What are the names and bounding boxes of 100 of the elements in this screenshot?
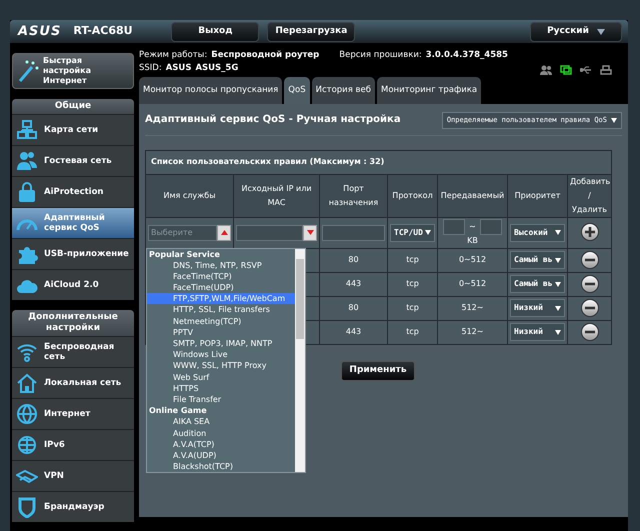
caret-icon (425, 230, 431, 235)
option-group-label: Popular Service (148, 248, 221, 260)
table-cell: 512~ (438, 296, 508, 320)
dropdown-button[interactable] (303, 224, 317, 240)
dropdown-option[interactable]: FTP,SFTP,WLM,File/WebCam (147, 293, 295, 304)
apply-button[interactable]: Применить (341, 360, 415, 380)
dropdown-button[interactable] (217, 224, 231, 240)
column-header: Передаваемый (438, 174, 508, 217)
menu-item[interactable]: AiCloud 2.0 (12, 269, 134, 300)
dropdown-option[interactable]: Windows Live (147, 349, 295, 360)
dropdown-option[interactable]: HTTP, SSL, File transfers (147, 304, 295, 316)
network-icon (16, 119, 38, 141)
menu-item[interactable]: Брандмауэр (12, 491, 134, 522)
magic-wand-icon (17, 59, 39, 83)
menu-item[interactable]: Карта сети (12, 114, 134, 145)
remove-button[interactable] (580, 299, 599, 317)
ip-field[interactable] (236, 224, 303, 240)
range-start-field[interactable] (443, 218, 466, 234)
service-dropdown[interactable] (146, 248, 306, 474)
unit-label: KB (466, 234, 479, 246)
clients-icon[interactable] (540, 65, 552, 75)
table-cell: 512~ (438, 320, 508, 344)
firmware-link[interactable]: 3.0.0.4.378_4585 (426, 49, 508, 62)
header-button[interactable]: Перезагрузка (267, 22, 356, 42)
menu-item[interactable]: USB-приложение (12, 238, 134, 269)
dropdown-option[interactable]: Web Surf (147, 372, 295, 383)
option-group-label: Online Game (148, 405, 208, 416)
add-button[interactable] (580, 223, 599, 241)
tab[interactable]: Монитор полосы пропускания (139, 77, 282, 104)
dropdown-option[interactable]: DNS, Time, NTP, RSVP (147, 260, 295, 271)
tab[interactable]: Мониторинг трафика (377, 77, 482, 104)
ssid-link[interactable]: ASUS (166, 62, 192, 75)
caret-icon (596, 28, 605, 34)
tab[interactable]: История веб (312, 77, 375, 104)
dropdown-option[interactable]: SMTP, POP3, IMAP, NNTP (147, 338, 295, 350)
quick-setup-button[interactable]: Быстрая настройка Интернет (12, 53, 134, 89)
priority-select[interactable]: Самый вь (510, 275, 565, 293)
dropdown-option[interactable]: Blackshot(TCP) (147, 461, 295, 472)
caret-icon (306, 230, 314, 235)
priority-select[interactable]: Самый вь (510, 251, 565, 269)
caret-icon (220, 230, 228, 235)
menu-item[interactable]: Гостевая сеть (12, 145, 134, 176)
brand-logo: ASUS (16, 22, 62, 40)
dropdown-option[interactable]: PPTV (147, 326, 295, 338)
menu-item[interactable]: Беспроводная сеть (12, 336, 134, 367)
scrollbar[interactable] (295, 248, 305, 472)
shield-icon (16, 496, 38, 518)
menu-item[interactable]: Интернет (12, 398, 134, 429)
house-icon (16, 372, 38, 394)
plus-icon (584, 226, 596, 238)
column-header: Исходный IP или MAC (234, 174, 320, 217)
range-end-field[interactable] (480, 218, 502, 234)
ssid-link[interactable]: ASUS_5G (195, 62, 238, 75)
printer-icon[interactable] (600, 65, 612, 75)
usb-icon[interactable] (580, 65, 592, 75)
dropdown-option[interactable]: FaceTime(TCP) (147, 270, 295, 282)
priority-select[interactable]: Низкий (510, 323, 565, 341)
remove-button[interactable] (580, 251, 599, 269)
menu-item[interactable]: IPv6 (12, 429, 134, 460)
column-header: Протокол (388, 174, 438, 217)
header-button[interactable]: Выход (171, 22, 260, 42)
table-cell: 80 (320, 296, 388, 320)
service-field[interactable]: Выберите (148, 224, 217, 240)
globe-icon (16, 403, 38, 425)
menu-item[interactable]: Локальная сеть (12, 367, 134, 398)
table-cell: tcp (388, 320, 438, 344)
table-cell: 443 (320, 320, 388, 344)
range-separator: ~ (469, 220, 476, 232)
priority-select[interactable]: Низкий (510, 299, 565, 317)
mode-label: Режим работы: (139, 49, 208, 62)
language-select[interactable]: Русский (530, 22, 622, 42)
table-cell: 80 (320, 248, 388, 272)
tab[interactable]: QoS (284, 77, 310, 104)
dropdown-option[interactable]: A.V.A(TCP) (147, 438, 295, 450)
mode-link[interactable]: Беспроводной роутер (211, 49, 320, 62)
remove-button[interactable] (580, 275, 599, 293)
menu-item[interactable]: Адаптивный сервис QoS (12, 207, 134, 238)
monitor-icon[interactable] (560, 65, 572, 75)
dropdown-option[interactable]: Audition (147, 428, 295, 439)
port-field[interactable] (322, 224, 385, 240)
column-header: Порт назначения (320, 174, 388, 217)
priority-select[interactable]: Высокий (510, 224, 565, 242)
protocol-select[interactable]: TCP/UD (390, 224, 435, 242)
column-header: Приоритет (508, 174, 568, 217)
remove-button[interactable] (580, 323, 599, 341)
dropdown-option[interactable]: File Transfer (147, 394, 295, 406)
model-name: RT-AC68U (73, 23, 134, 40)
section-header: Дополнительные настройки (12, 310, 134, 336)
dropdown-option[interactable]: WWW, SSL, HTTP Proxy (147, 360, 295, 372)
dropdown-option[interactable]: FaceTime(UDP) (147, 282, 295, 294)
menu-item[interactable]: VPN (12, 460, 134, 491)
column-header: Добавить / Удалить (568, 174, 612, 217)
caret-icon (555, 282, 561, 286)
menu-item[interactable]: AiProtection (12, 176, 134, 207)
dropdown-option[interactable]: A.V.A(UDP) (147, 450, 295, 462)
dropdown-option[interactable]: HTTPS (147, 382, 295, 394)
caret-icon (611, 118, 617, 123)
dropdown-option[interactable]: AIKA SEA (147, 416, 295, 428)
dropdown-option[interactable]: Netmeeting(TCP) (147, 316, 295, 327)
table-cell: 0~512 (438, 248, 508, 272)
